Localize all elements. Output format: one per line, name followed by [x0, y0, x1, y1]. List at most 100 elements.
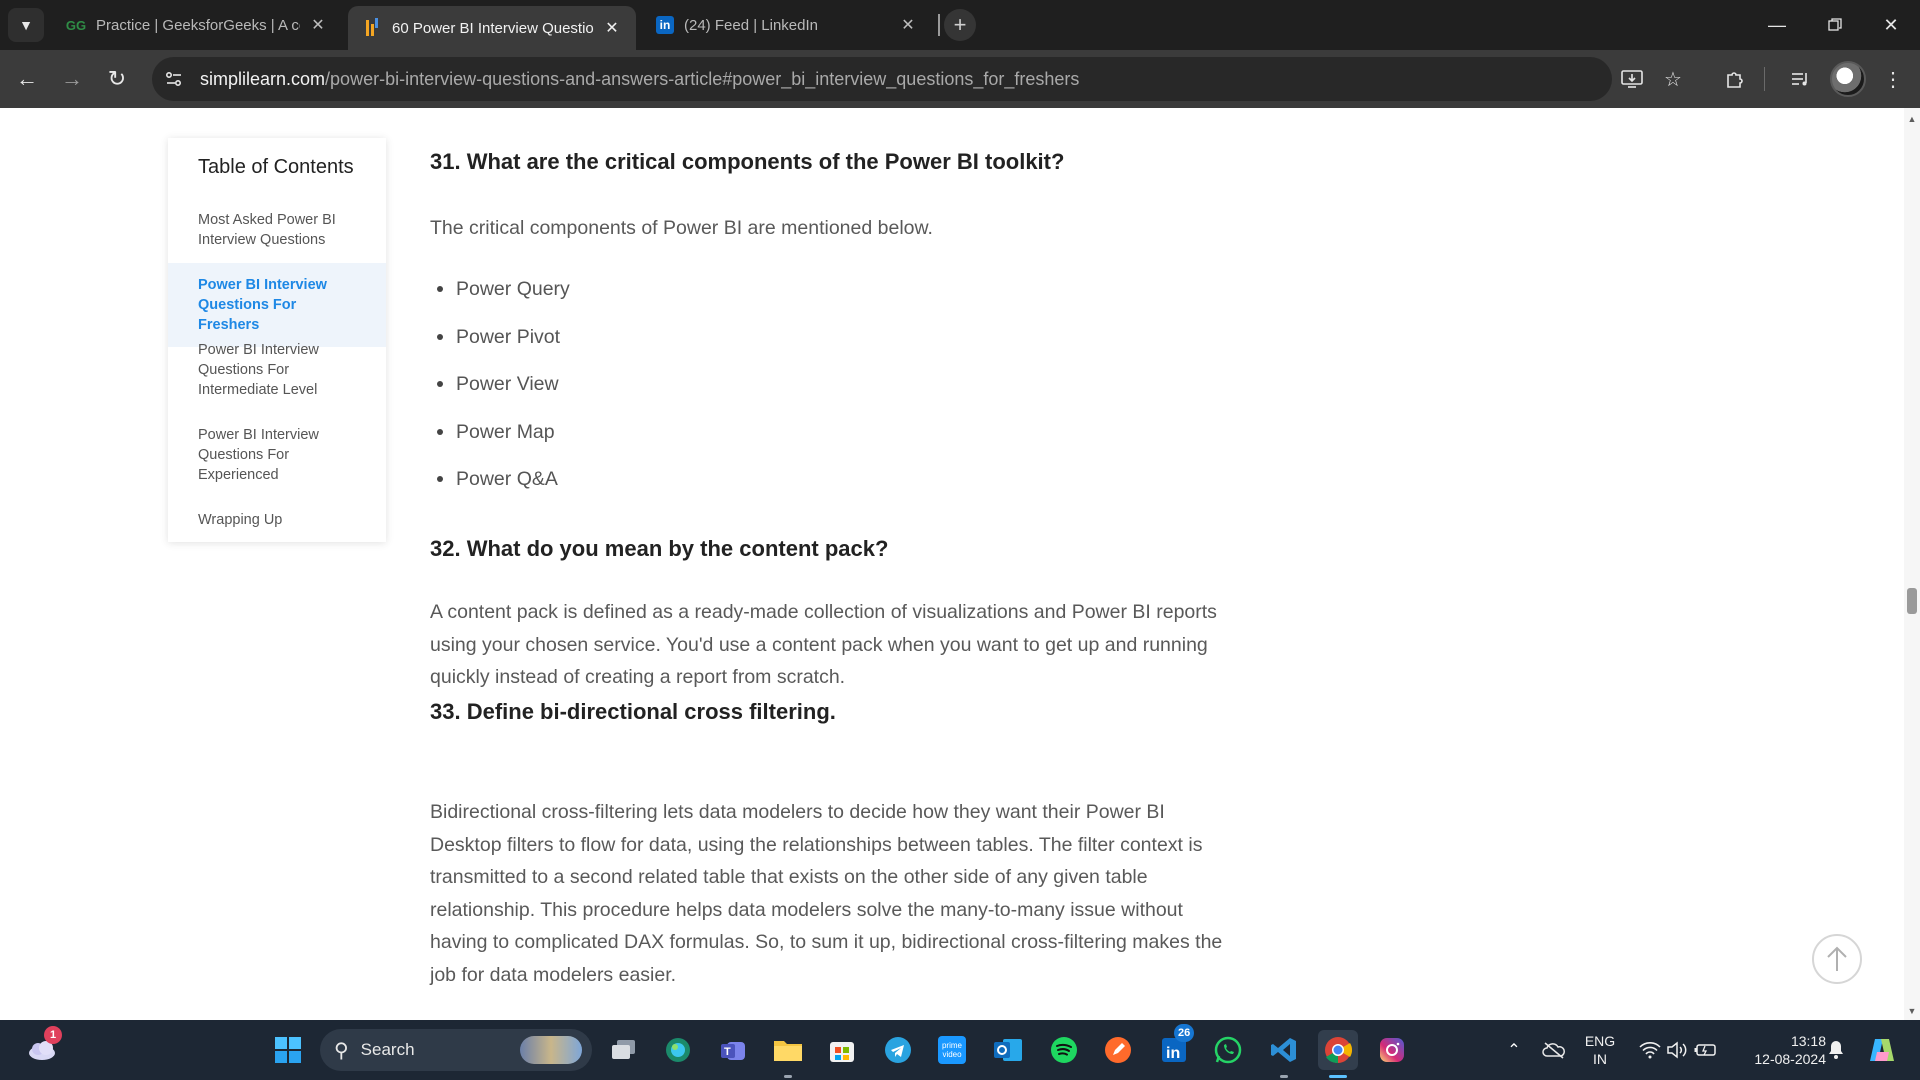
question-31-intro: The critical components of Power BI are … [430, 217, 933, 239]
active-app-indicator [1329, 1075, 1347, 1078]
profile-avatar[interactable] [1830, 61, 1866, 97]
question-33-heading: 33. Define bi-directional cross filterin… [430, 699, 836, 724]
list-item: Power Query [430, 277, 570, 325]
show-hidden-icons-chevron-icon[interactable]: ⌃ [1494, 1030, 1534, 1070]
linkedin-app-icon[interactable]: in 26 [1154, 1024, 1195, 1070]
url-path: /power-bi-interview-questions-and-answer… [325, 68, 1080, 89]
running-indicator [784, 1075, 792, 1078]
file-explorer-icon[interactable] [768, 1030, 808, 1070]
chrome-icon[interactable] [1318, 1030, 1358, 1070]
copilot-app-icon[interactable] [658, 1030, 698, 1070]
tab-simplilearn[interactable]: 60 Power BI Interview Question ✕ [348, 6, 636, 50]
language-code: ENG [1584, 1033, 1616, 1049]
toc-item-most-asked[interactable]: Most Asked Power BI Interview Questions [168, 210, 386, 250]
search-label: Search [360, 1040, 415, 1059]
browser-toolbar: ← → ↻ simplilearn.com/power-bi-interview… [0, 50, 1920, 108]
svg-text:prime: prime [942, 1041, 963, 1050]
extensions-puzzle-icon[interactable] [1720, 64, 1750, 94]
outlook-icon[interactable] [988, 1030, 1028, 1070]
tab-strip: ▼ GG Practice | GeeksforGeeks | A cor ✕ … [0, 0, 1920, 50]
toc-item-experienced[interactable]: Power BI Interview Questions For Experie… [168, 425, 386, 485]
scroll-up-arrow-icon[interactable]: ▲ [1904, 114, 1920, 124]
task-view-icon[interactable] [604, 1030, 644, 1070]
tab-geeksforgeeks[interactable]: GG Practice | GeeksforGeeks | A cor ✕ [52, 6, 342, 44]
spotify-icon[interactable] [1044, 1030, 1084, 1070]
back-arrow-icon[interactable]: ← [10, 62, 44, 96]
whatsapp-icon[interactable] [1208, 1030, 1248, 1070]
clock-date: 12-08-2024 [1754, 1051, 1826, 1067]
install-app-icon[interactable] [1617, 64, 1647, 94]
linkedin-badge: 26 [1174, 1024, 1195, 1042]
tab-separator [938, 14, 940, 36]
simplilearn-icon [362, 18, 382, 38]
url-text[interactable]: simplilearn.com/power-bi-interview-quest… [200, 69, 1079, 90]
question-31-list: Power Query Power Pivot Power View Power… [430, 277, 570, 515]
question-33-body: Bidirectional cross-filtering lets data … [430, 801, 1223, 986]
onedrive-offline-icon[interactable] [1534, 1030, 1574, 1070]
chrome-menu-icon[interactable]: ⋮ [1878, 64, 1908, 94]
svg-text:in: in [1166, 1045, 1180, 1062]
copilot-icon[interactable] [1862, 1030, 1902, 1070]
weather-widget-icon[interactable]: 1 [22, 1026, 62, 1070]
forward-arrow-icon[interactable]: → [55, 62, 89, 96]
linkedin-icon: in [656, 16, 674, 34]
battery-icon[interactable] [1686, 1030, 1726, 1070]
region-code: IN [1593, 1051, 1607, 1067]
scroll-down-arrow-icon[interactable]: ▼ [1904, 1006, 1920, 1016]
svg-text:video: video [942, 1050, 962, 1059]
microsoft-store-icon[interactable] [822, 1030, 862, 1070]
prime-video-icon[interactable]: prime video [932, 1030, 972, 1070]
vscode-icon[interactable] [1264, 1030, 1304, 1070]
toc-item-wrapping-up[interactable]: Wrapping Up [168, 510, 386, 530]
tab-search-chevron-icon[interactable]: ▼ [8, 8, 44, 42]
tab-close-icon[interactable]: ✕ [898, 15, 918, 35]
tab-title: Practice | GeeksforGeeks | A cor [96, 16, 300, 34]
bookmark-star-icon[interactable]: ☆ [1658, 64, 1688, 94]
list-item: Power View [430, 372, 570, 420]
url-host: simplilearn.com [200, 68, 326, 89]
list-item: Power Pivot [430, 325, 570, 373]
tab-close-icon[interactable]: ✕ [602, 18, 622, 38]
pen-app-icon[interactable] [1098, 1030, 1138, 1070]
search-highlight-image [520, 1036, 582, 1064]
page-content: Table of Contents Most Asked Power BI In… [0, 108, 1904, 1020]
windows-start-icon[interactable] [268, 1030, 308, 1070]
tab-linkedin[interactable]: in (24) Feed | LinkedIn ✕ [642, 6, 932, 44]
scrollbar-thumb[interactable] [1907, 588, 1917, 614]
instagram-icon[interactable] [1372, 1030, 1412, 1070]
address-bar[interactable]: simplilearn.com/power-bi-interview-quest… [152, 57, 1612, 101]
toc-title: Table of Contents [198, 156, 354, 178]
toc-item-freshers[interactable]: Power BI Interview Questions For Fresher… [168, 263, 386, 347]
restore-icon [1828, 18, 1842, 31]
question-32-body: A content pack is defined as a ready-mad… [430, 601, 1217, 688]
toc-item-intermediate[interactable]: Power BI Interview Questions For Interme… [168, 340, 386, 400]
teams-icon[interactable]: T [714, 1030, 754, 1070]
svg-text:T: T [724, 1046, 731, 1058]
language-indicator[interactable]: ENG IN [1576, 1032, 1624, 1068]
arrow-up-icon [1827, 946, 1847, 971]
table-of-contents: Table of Contents Most Asked Power BI In… [168, 138, 386, 542]
clock[interactable]: 13:18 12-08-2024 [1730, 1032, 1826, 1068]
taskbar-search[interactable]: ⚲ Search [320, 1029, 592, 1071]
telegram-icon[interactable] [878, 1030, 918, 1070]
scroll-to-top-button[interactable] [1812, 934, 1862, 984]
restore-button[interactable] [1806, 0, 1864, 50]
question-31-heading: 31. What are the critical components of … [430, 149, 1065, 174]
minimize-button[interactable]: — [1748, 0, 1806, 50]
toolbar-separator [1764, 67, 1765, 91]
new-tab-button[interactable]: + [944, 9, 976, 41]
windows-taskbar: 1 ⚲ Search T prime video in 26 ⌃ ENG IN … [0, 1020, 1920, 1080]
notification-bell-icon[interactable] [1816, 1030, 1856, 1070]
tab-title: 60 Power BI Interview Question [392, 19, 594, 37]
search-icon: ⚲ [334, 1039, 349, 1062]
tab-close-icon[interactable]: ✕ [308, 15, 328, 35]
tab-title: (24) Feed | LinkedIn [684, 16, 818, 34]
weather-badge: 1 [44, 1026, 62, 1044]
reload-icon[interactable]: ↻ [100, 62, 134, 96]
page-scrollbar[interactable]: ▲ ▼ [1904, 108, 1920, 1020]
close-window-button[interactable]: ✕ [1862, 0, 1920, 50]
geeksforgeeks-icon: GG [65, 17, 87, 33]
question-32-heading: 32. What do you mean by the content pack… [430, 536, 889, 561]
media-control-icon[interactable] [1786, 64, 1816, 94]
site-info-icon[interactable] [156, 61, 192, 97]
